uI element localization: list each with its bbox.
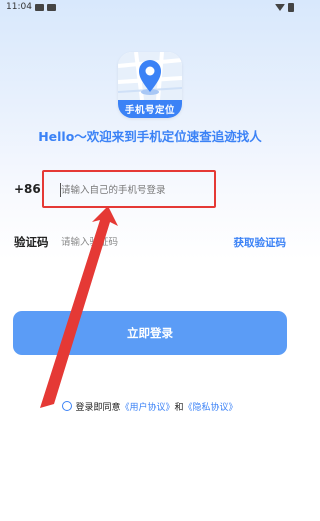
wifi-icon (275, 3, 285, 11)
agreement: 登录即同意 《用户协议》 和 《隐私协议》 (0, 399, 300, 413)
logo-text: 手机号定位 (118, 100, 182, 118)
status-right (275, 2, 294, 12)
annotation-highlight-box (42, 170, 216, 208)
notification-icon (34, 3, 44, 11)
country-code[interactable]: +86 (14, 182, 41, 196)
code-input[interactable] (61, 234, 181, 250)
agreement-and: 和 (174, 402, 184, 413)
status-bar: 11:04 (0, 0, 300, 14)
welcome-title: Hello～欢迎来到手机定位速查追迹找人 (38, 129, 262, 144)
user-agreement-link[interactable]: 《用户协议》 (120, 400, 174, 413)
privacy-policy-link[interactable]: 《隐私协议》 (184, 400, 238, 413)
status-left: 11:04 (6, 2, 56, 12)
code-row: 验证码 获取验证码 (0, 228, 300, 256)
media-icon (46, 3, 56, 11)
login-button[interactable]: 立即登录 (13, 311, 287, 355)
battery-icon (288, 2, 294, 12)
status-time: 11:04 (6, 2, 32, 12)
agree-radio[interactable] (62, 401, 73, 411)
agreement-prefix: 登录即同意 (75, 402, 121, 413)
map-pin-icon (118, 52, 182, 100)
get-code-button[interactable]: 获取验证码 (220, 232, 287, 252)
phone-row: +86 (0, 160, 300, 212)
code-label: 验证码 (14, 235, 49, 249)
app-logo: 手机号定位 (118, 52, 182, 118)
